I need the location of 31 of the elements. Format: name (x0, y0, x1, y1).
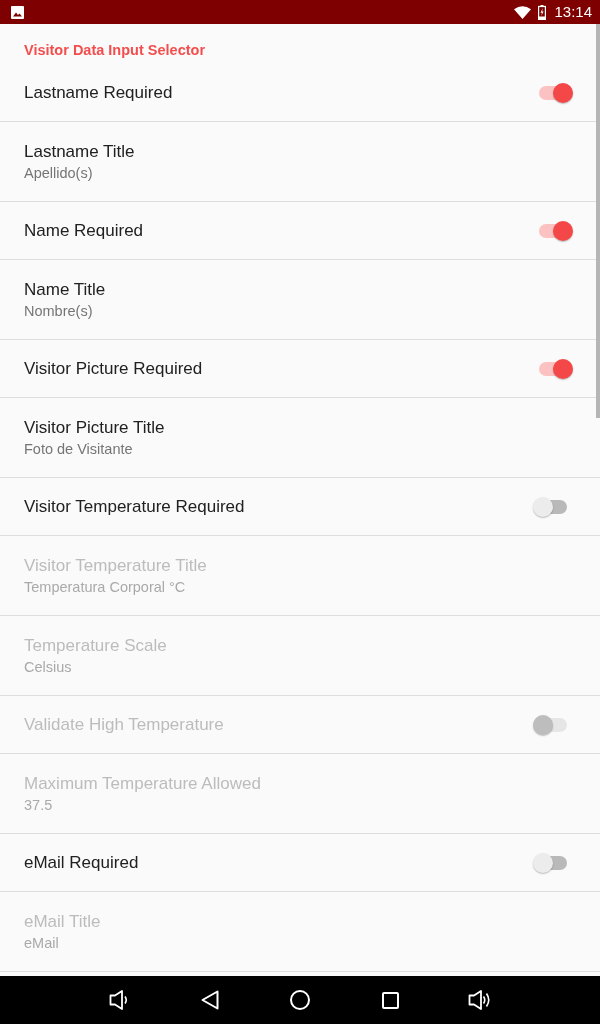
setting-value: Temperatura Corporal °C (24, 577, 186, 597)
setting-title: Maximum Temperature Allowed (24, 772, 261, 794)
setting-title: Lastname Title (24, 140, 135, 162)
volume-up-icon[interactable] (468, 989, 492, 1011)
setting-title: Name Required (24, 220, 144, 241)
setting-title: eMail Required (24, 852, 139, 873)
recents-icon[interactable] (381, 991, 399, 1009)
setting-title: Visitor Picture Required (24, 358, 203, 379)
setting-value: Apellido(s) (24, 163, 93, 183)
clock-time: 13:14 (554, 3, 592, 21)
battery-icon (538, 4, 547, 20)
settings-row[interactable]: eMail Required (0, 834, 600, 892)
setting-value: Celsius (24, 657, 72, 677)
setting-title: Visitor Picture Title (24, 416, 165, 438)
setting-value: 37.5 (24, 795, 53, 815)
wifi-icon (514, 5, 532, 19)
setting-title: Visitor Temperature Required (24, 496, 245, 517)
setting-title: Visitor Temperature Title (24, 554, 207, 576)
setting-value: Nombre(s) (24, 301, 93, 321)
back-icon[interactable] (201, 990, 219, 1010)
setting-title: Temperature Scale (24, 634, 167, 656)
settings-row[interactable]: Visitor Temperature Required (0, 478, 600, 536)
home-icon[interactable] (290, 990, 310, 1010)
setting-title: eMail Title (24, 910, 101, 932)
setting-value: eMail (24, 933, 59, 953)
category-title: Visitor Data Input Selector (24, 41, 206, 60)
setting-value: Foto de Visitante (24, 439, 133, 459)
setting-title: Validate High Temperature (24, 714, 224, 735)
setting-title: Lastname Required (24, 82, 173, 103)
image-icon (11, 5, 24, 19)
setting-title: Name Title (24, 278, 106, 300)
